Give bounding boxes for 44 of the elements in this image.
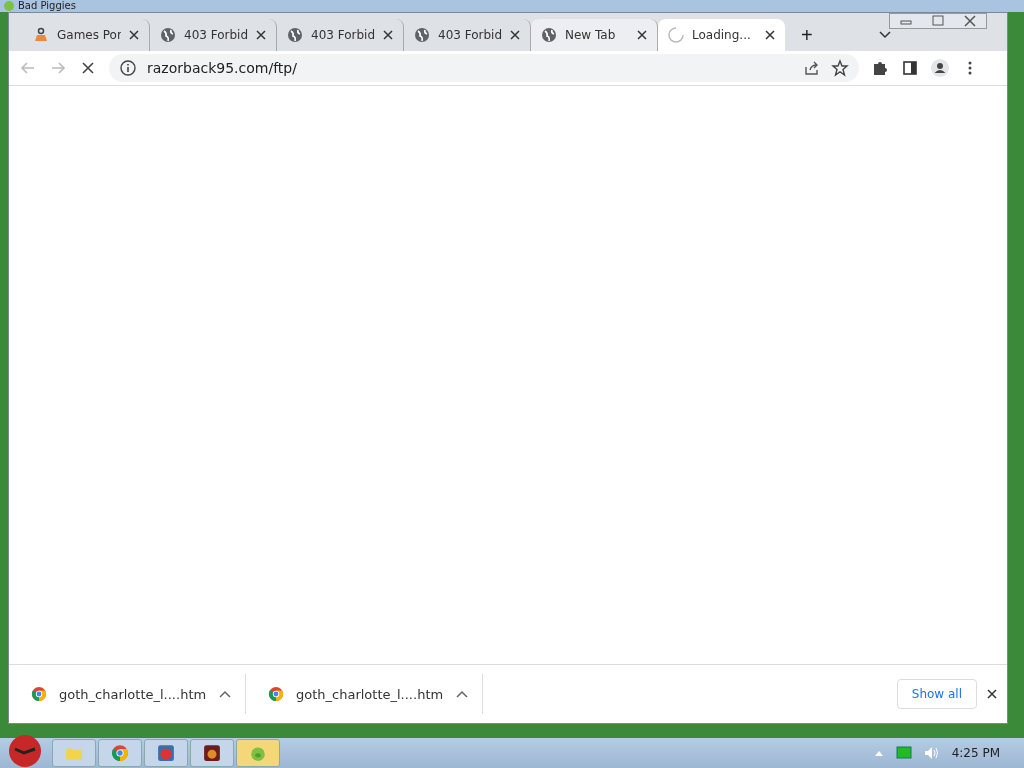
info-icon xyxy=(119,59,137,77)
browser-tab[interactable]: 403 Forbid xyxy=(404,19,531,51)
chrome-logo-icon xyxy=(31,686,47,702)
browser-tab[interactable]: Games Por xyxy=(23,19,150,51)
star-icon[interactable] xyxy=(831,59,849,77)
close-icon[interactable] xyxy=(510,30,520,40)
clock: 4:25 PM xyxy=(951,746,1000,760)
bird-icon xyxy=(157,744,175,762)
share-icon[interactable] xyxy=(803,59,821,77)
profile-avatar-icon[interactable] xyxy=(931,59,949,77)
pig-icon xyxy=(4,1,14,11)
globe-icon xyxy=(414,27,430,43)
globe-icon xyxy=(160,27,176,43)
close-icon[interactable] xyxy=(637,30,647,40)
chrome-logo-icon xyxy=(111,744,129,762)
browser-tab[interactable]: 403 Forbid xyxy=(277,19,404,51)
chevron-down-icon[interactable] xyxy=(878,31,891,39)
caret-icon[interactable] xyxy=(219,690,231,698)
taskbar-button[interactable] xyxy=(190,739,234,767)
chrome-logo-icon xyxy=(268,686,284,702)
window-title: Bad Piggies xyxy=(18,0,76,12)
new-tab-button[interactable]: + xyxy=(795,24,819,47)
pig-icon xyxy=(249,744,267,762)
game-icon xyxy=(203,744,221,762)
address-bar[interactable]: razorback95.com/ftp/ xyxy=(109,54,859,82)
browser-tab[interactable]: Loading... xyxy=(658,19,785,51)
globe-icon xyxy=(541,27,557,43)
download-item[interactable]: goth_charlotte_l....htm xyxy=(9,674,246,714)
loading-spinner-icon xyxy=(668,27,684,43)
side-panel-icon[interactable] xyxy=(901,59,919,77)
show-all-button[interactable]: Show all xyxy=(896,679,977,709)
puzzle-piece-icon[interactable] xyxy=(871,59,889,77)
close-icon[interactable] xyxy=(383,30,393,40)
caret-icon[interactable] xyxy=(456,690,468,698)
taskbar-button[interactable] xyxy=(144,739,188,767)
joystick-icon xyxy=(33,27,49,43)
browser-tab[interactable]: 403 Forbid xyxy=(150,19,277,51)
globe-icon xyxy=(287,27,303,43)
browser-tab[interactable]: New Tab xyxy=(531,19,658,51)
close-icon[interactable] xyxy=(987,689,997,699)
download-item[interactable]: goth_charlotte_l....htm xyxy=(246,674,483,714)
close-icon[interactable] xyxy=(765,30,775,40)
close-icon[interactable] xyxy=(129,30,139,40)
close-icon[interactable] xyxy=(256,30,266,40)
